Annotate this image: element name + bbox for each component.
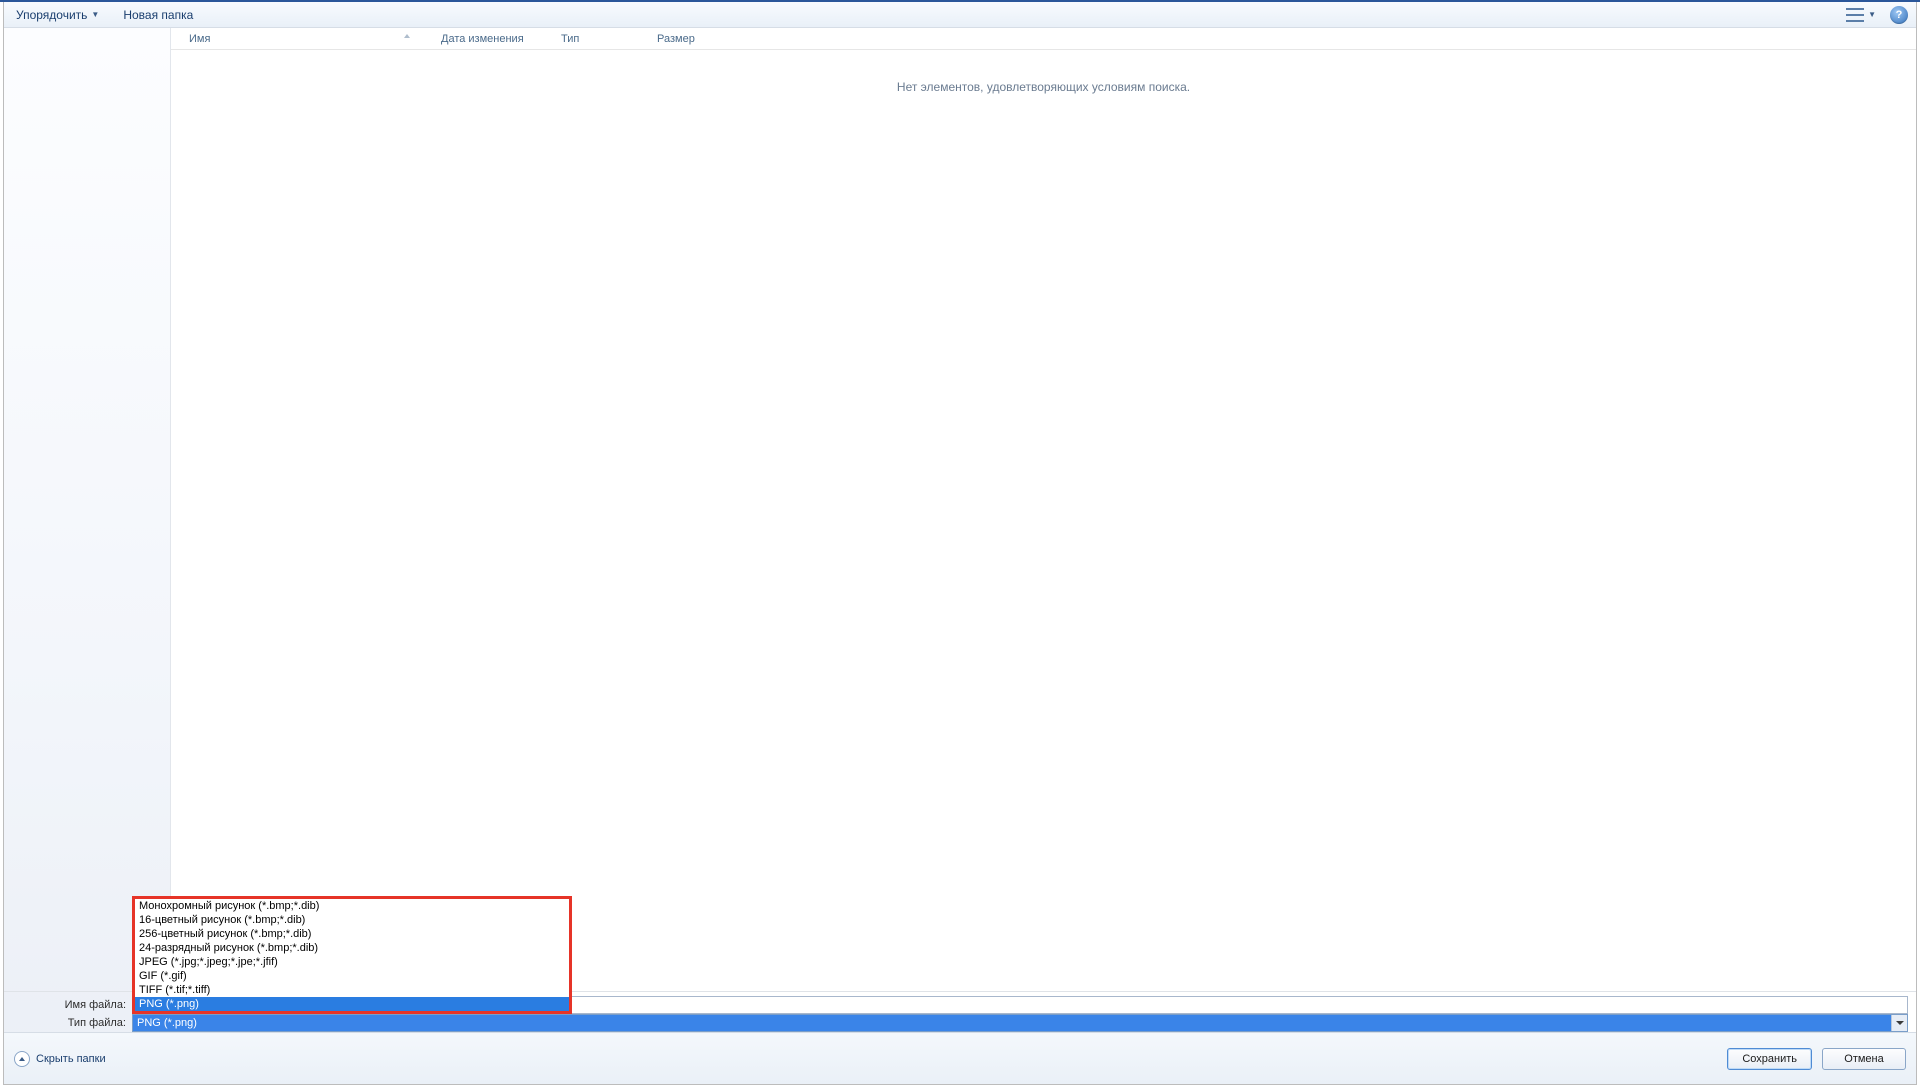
- filetype-option[interactable]: 16-цветный рисунок (*.bmp;*.dib): [135, 913, 569, 927]
- hide-folders-toggle[interactable]: Скрыть папки: [14, 1051, 106, 1067]
- column-name-label: Имя: [189, 33, 210, 45]
- new-folder-button[interactable]: Новая папка: [119, 6, 197, 24]
- filetype-selected-value: PNG (*.png): [137, 1017, 197, 1029]
- filetype-dropdown-list[interactable]: Монохромный рисунок (*.bmp;*.dib)16-цвет…: [132, 896, 572, 1014]
- filetype-option[interactable]: 24-разрядный рисунок (*.bmp;*.dib): [135, 941, 569, 955]
- filetype-option[interactable]: PNG (*.png): [135, 997, 569, 1011]
- footer-buttons: Сохранить Отмена: [1727, 1048, 1906, 1070]
- column-header-size[interactable]: Размер: [647, 28, 737, 49]
- sort-ascending-icon: [404, 34, 410, 38]
- filetype-option[interactable]: Монохромный рисунок (*.bmp;*.dib): [135, 899, 569, 913]
- filetype-option[interactable]: 256-цветный рисунок (*.bmp;*.dib): [135, 927, 569, 941]
- toolbar-right: ▼ ?: [1842, 2, 1908, 27]
- chevron-down-icon: ▼: [91, 10, 99, 19]
- collapse-up-icon: [14, 1051, 30, 1067]
- new-folder-label: Новая папка: [123, 8, 193, 22]
- column-date-label: Дата изменения: [441, 33, 524, 45]
- filetype-option[interactable]: TIFF (*.tif;*.tiff): [135, 983, 569, 997]
- filetype-label: Тип файла:: [4, 1017, 132, 1029]
- save-button[interactable]: Сохранить: [1727, 1048, 1812, 1070]
- list-view-icon: [1846, 8, 1864, 22]
- column-header-type[interactable]: Тип: [551, 28, 647, 49]
- help-icon[interactable]: ?: [1890, 6, 1908, 24]
- organize-menu[interactable]: Упорядочить ▼: [12, 6, 103, 24]
- column-header-name[interactable]: Имя: [171, 28, 431, 49]
- cancel-button-label: Отмена: [1844, 1053, 1883, 1065]
- chevron-down-icon: ▼: [1868, 10, 1876, 19]
- toolbar-left: Упорядочить ▼ Новая папка: [12, 6, 197, 24]
- column-type-label: Тип: [561, 33, 579, 45]
- save-dialog: Упорядочить ▼ Новая папка ▼ ?: [3, 2, 1917, 1085]
- filetype-row: Тип файла: PNG (*.png): [4, 1014, 1916, 1032]
- cancel-button[interactable]: Отмена: [1822, 1048, 1906, 1070]
- empty-folder-message: Нет элементов, удовлетворяющих условиям …: [171, 80, 1916, 94]
- view-mode-button[interactable]: ▼: [1842, 6, 1880, 24]
- dialog-footer: Скрыть папки Сохранить Отмена: [4, 1032, 1916, 1084]
- column-header-row: Имя Дата изменения Тип Размер: [171, 28, 1916, 50]
- filetype-option[interactable]: JPEG (*.jpg;*.jpeg;*.jpe;*.jfif): [135, 955, 569, 969]
- save-button-label: Сохранить: [1742, 1053, 1797, 1065]
- filetype-combo[interactable]: PNG (*.png): [132, 1014, 1908, 1032]
- column-header-date[interactable]: Дата изменения: [431, 28, 551, 49]
- combo-drop-button[interactable]: [1891, 1015, 1907, 1031]
- save-fields-block: Монохромный рисунок (*.bmp;*.dib)16-цвет…: [4, 991, 1916, 1032]
- chevron-down-icon: [1896, 1021, 1904, 1025]
- hide-folders-label: Скрыть папки: [36, 1053, 106, 1065]
- column-size-label: Размер: [657, 33, 695, 45]
- organize-label: Упорядочить: [16, 8, 87, 22]
- filename-label: Имя файла:: [4, 999, 132, 1011]
- toolbar: Упорядочить ▼ Новая папка ▼ ?: [4, 2, 1916, 28]
- filetype-option[interactable]: GIF (*.gif): [135, 969, 569, 983]
